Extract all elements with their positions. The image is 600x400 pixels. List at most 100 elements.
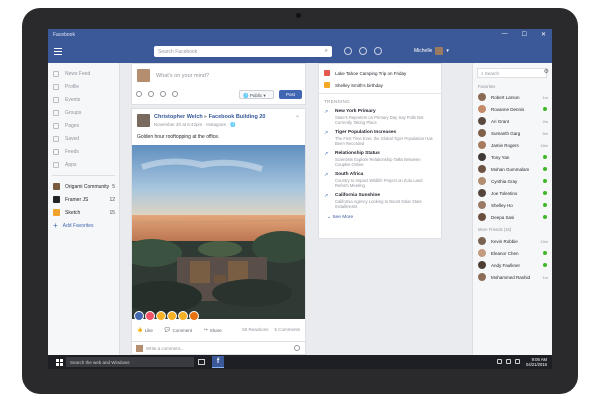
post-photo[interactable] bbox=[132, 145, 305, 319]
network-icon[interactable] bbox=[506, 359, 511, 364]
contact-name: Tony Yan bbox=[491, 154, 510, 160]
audience-selector[interactable]: 🌐 Public ▾ bbox=[239, 90, 274, 99]
feeling-icon[interactable] bbox=[160, 91, 166, 97]
avatar bbox=[478, 93, 486, 101]
comment-button[interactable]: 💬 Comment bbox=[165, 327, 192, 333]
online-indicator bbox=[543, 251, 547, 255]
post-group[interactable]: Facebook Building 20 bbox=[209, 114, 266, 120]
chat-contact[interactable]: Joe Tolentino bbox=[473, 187, 552, 199]
comment-input[interactable]: Write a comment... bbox=[146, 346, 184, 351]
taskbar-search-input[interactable]: Search the web and Windows bbox=[66, 357, 194, 367]
notifications-icon[interactable] bbox=[374, 47, 382, 55]
chat-contact[interactable]: Tony Yan bbox=[473, 151, 552, 163]
chat-contact[interactable]: Mohan Gummalam bbox=[473, 163, 552, 175]
add-favorites-button[interactable]: + Add Favorites bbox=[48, 219, 119, 232]
wow-reaction-icon[interactable] bbox=[167, 311, 177, 321]
post-header: Christopher Welch ▸ Facebook Building 20 bbox=[154, 114, 265, 120]
haha-reaction-icon[interactable] bbox=[156, 311, 166, 321]
angry-reaction-icon[interactable] bbox=[189, 311, 199, 321]
chat-contact[interactable]: Jamie Rogers 18m bbox=[473, 139, 552, 151]
post-button[interactable]: Post bbox=[279, 90, 302, 99]
minimize-button[interactable]: — bbox=[502, 31, 508, 38]
trend-title: New York Primary bbox=[335, 109, 376, 114]
chat-search-input[interactable]: ⌕ Search bbox=[477, 68, 547, 78]
menu-icon[interactable] bbox=[54, 48, 62, 55]
avatar[interactable] bbox=[137, 114, 150, 127]
sad-reaction-icon[interactable] bbox=[178, 311, 188, 321]
sidebar-item-label: Profile bbox=[65, 83, 80, 90]
sidebar-item-news-feed[interactable]: News Feed bbox=[48, 67, 119, 80]
location-icon[interactable] bbox=[172, 91, 178, 97]
close-button[interactable]: ✕ bbox=[541, 31, 546, 38]
avatar bbox=[478, 273, 486, 281]
chevron-down-icon[interactable]: ▾ bbox=[446, 48, 449, 54]
chat-favorites-list: Robert Larson 1m Roxanne Dennis Ari Grant… bbox=[473, 91, 552, 223]
comments-count[interactable]: 5 Comments bbox=[274, 327, 300, 332]
favorite-item[interactable]: Framer JS 12 bbox=[48, 193, 119, 206]
messages-icon[interactable] bbox=[359, 47, 367, 55]
love-reaction-icon[interactable] bbox=[145, 311, 155, 321]
maximize-button[interactable]: ☐ bbox=[522, 31, 527, 38]
chat-contact[interactable]: Shelley Ho bbox=[473, 199, 552, 211]
contact-name: Ari Grant bbox=[491, 118, 510, 124]
sidebar-item-saved[interactable]: Saved bbox=[48, 132, 119, 145]
post-author[interactable]: Christopher Welch bbox=[154, 114, 203, 120]
user-profile-button[interactable]: Michelle ▾ bbox=[414, 47, 449, 55]
contact-name: Cynthia Gray bbox=[491, 178, 518, 184]
search-icon[interactable]: ⌕ bbox=[325, 48, 328, 55]
trend-item[interactable]: ↗ New York Primary State's Reporters on Pr… bbox=[319, 107, 441, 128]
favorite-item[interactable]: Sketch 15 bbox=[48, 206, 119, 219]
chat-contact[interactable]: Sumanth Garg 5m bbox=[473, 127, 552, 139]
sidebar-item-feeds[interactable]: Feeds bbox=[48, 145, 119, 158]
search-input[interactable]: Search Facebook ⌕ bbox=[154, 46, 332, 57]
sidebar-item-groups[interactable]: Groups bbox=[48, 106, 119, 119]
chat-contact[interactable]: Cynthia Gray bbox=[473, 175, 552, 187]
friend-requests-icon[interactable] bbox=[344, 47, 352, 55]
event-item[interactable]: Lake Tahoe Camping Trip on Friday bbox=[319, 67, 441, 79]
chat-contact[interactable]: Mohammed Rashid 1m bbox=[473, 271, 552, 283]
reactions-bar[interactable] bbox=[134, 311, 199, 321]
chat-contact[interactable]: Kevin Robbie 19m bbox=[473, 235, 552, 247]
sidebar-item-pages[interactable]: Pages bbox=[48, 119, 119, 132]
chat-contact[interactable]: Robert Larson 1m bbox=[473, 91, 552, 103]
trend-item[interactable]: ↗ South Africa Country to Impact Wildlife … bbox=[319, 170, 441, 191]
chat-contact[interactable]: Eleanor Chen bbox=[473, 247, 552, 259]
trend-item[interactable]: ↗ Relationship Status Scientists Explore R… bbox=[319, 149, 441, 170]
trending-icon: ↗ bbox=[324, 193, 329, 199]
trend-item[interactable]: ↗ Tiger Population Increases The First Tim… bbox=[319, 128, 441, 149]
event-label: Shelley Smith's birthday bbox=[335, 82, 383, 88]
camera-icon[interactable] bbox=[294, 345, 300, 351]
task-view-icon[interactable] bbox=[198, 359, 205, 365]
chat-contact[interactable]: Roxanne Dennis bbox=[473, 103, 552, 115]
see-more-label: See More bbox=[332, 215, 354, 220]
chat-contact[interactable]: Andy Faulkner bbox=[473, 259, 552, 271]
group-avatar bbox=[53, 209, 60, 216]
see-more-link[interactable]: ⌄ See More bbox=[319, 212, 441, 220]
composer-tools bbox=[136, 91, 178, 97]
taskbar-clock[interactable]: 9:06 AM 04/21/2016 bbox=[526, 357, 547, 367]
share-button[interactable]: ↪ Share bbox=[204, 327, 222, 333]
more-options-icon[interactable]: ⌄ bbox=[295, 112, 300, 119]
windows-start-icon[interactable] bbox=[56, 359, 63, 366]
event-item[interactable]: Shelley Smith's birthday bbox=[319, 79, 441, 91]
avatar bbox=[478, 153, 486, 161]
like-button[interactable]: 👍 Like bbox=[137, 327, 153, 333]
volume-icon[interactable] bbox=[515, 359, 520, 364]
reactions-count[interactable]: 50 Reactions bbox=[242, 327, 268, 332]
gear-icon[interactable]: ⚙ bbox=[544, 68, 549, 75]
chat-search-placeholder: Search bbox=[484, 71, 500, 76]
sidebar-item-apps[interactable]: Apps bbox=[48, 158, 119, 171]
trend-item[interactable]: ↗ California Sunshine California Agency Lo… bbox=[319, 191, 441, 212]
tag-friends-icon[interactable] bbox=[148, 91, 154, 97]
favorite-item[interactable]: Origami Community 5 bbox=[48, 180, 119, 193]
facebook-app-icon[interactable]: f bbox=[212, 356, 224, 368]
camera-icon[interactable] bbox=[136, 91, 142, 97]
sidebar-item-events[interactable]: Events bbox=[48, 93, 119, 106]
camera bbox=[296, 13, 301, 18]
composer-input[interactable]: What's on your mind? bbox=[156, 73, 209, 79]
sidebar-item-profile[interactable]: Profile bbox=[48, 80, 119, 93]
chat-contact[interactable]: Deepa Sasi bbox=[473, 211, 552, 223]
chat-contact[interactable]: Ari Grant 2m bbox=[473, 115, 552, 127]
notification-icon[interactable] bbox=[497, 359, 502, 364]
like-reaction-icon[interactable] bbox=[134, 311, 144, 321]
